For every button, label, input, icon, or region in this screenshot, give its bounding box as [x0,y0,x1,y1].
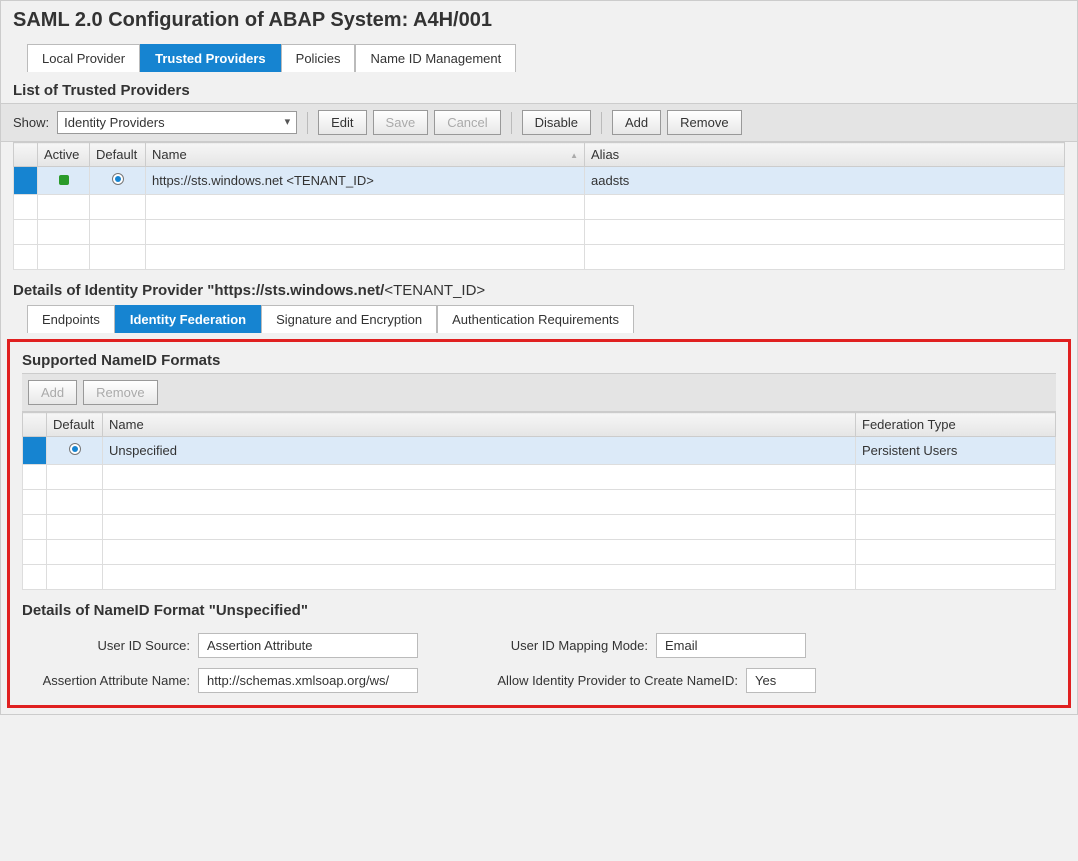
divider [601,112,602,134]
table-row[interactable] [23,540,1056,565]
table-row[interactable] [14,195,1065,220]
table-row[interactable] [23,490,1056,515]
table-row[interactable] [23,515,1056,540]
tab-policies[interactable]: Policies [281,44,356,72]
radio-icon[interactable] [112,173,124,185]
add-button[interactable]: Add [612,110,661,135]
cell-alias: aadsts [585,167,1065,195]
col-active[interactable]: Active [38,143,90,167]
value-assertion-attr[interactable]: http://schemas.xmlsoap.org/ws/ [198,668,418,693]
cell-default[interactable] [90,167,146,195]
table-row[interactable] [23,465,1056,490]
cell-default[interactable] [47,437,103,465]
table-row[interactable] [23,565,1056,590]
disable-button[interactable]: Disable [522,110,591,135]
main-tabs: Local Provider Trusted Providers Policie… [1,44,1077,72]
table-row[interactable] [14,220,1065,245]
label-assertion-attr: Assertion Attribute Name: [30,673,190,688]
col-name[interactable]: Name [103,413,856,437]
col-default[interactable]: Default [47,413,103,437]
active-icon [59,175,69,185]
value-allow-create[interactable]: Yes [746,668,816,693]
cell-name: Unspecified [103,437,856,465]
cell-active [38,167,90,195]
nameid-table[interactable]: Default Name Federation Type Unspecified… [22,412,1056,590]
divider [511,112,512,134]
nameid-form: User ID Source: Assertion Attribute User… [10,625,1068,693]
nameid-detail-title: Details of NameID Format "Unspecified" [10,590,1068,625]
table-row[interactable] [14,245,1065,270]
col-rowselect [23,413,47,437]
tab-signature-encryption[interactable]: Signature and Encryption [261,305,437,333]
tab-identity-federation[interactable]: Identity Federation [115,305,261,333]
tab-trusted-providers[interactable]: Trusted Providers [140,44,281,72]
value-user-id-source[interactable]: Assertion Attribute [198,633,418,658]
details-header: Details of Identity Provider "https://st… [1,270,1077,305]
tab-auth-requirements[interactable]: Authentication Requirements [437,305,634,333]
save-button: Save [373,110,429,135]
trusted-providers-table[interactable]: Active Default Name Alias https://sts.wi… [13,142,1065,270]
cancel-button: Cancel [434,110,500,135]
col-name[interactable]: Name [146,143,585,167]
trusted-providers-title: List of Trusted Providers [1,72,1077,103]
tab-nameid-management[interactable]: Name ID Management [355,44,516,72]
col-rowselect [14,143,38,167]
tab-endpoints[interactable]: Endpoints [27,305,115,333]
detail-tabs: Endpoints Identity Federation Signature … [1,305,1077,333]
label-user-id-mapping: User ID Mapping Mode: [478,638,648,653]
table-row[interactable]: Unspecified Persistent Users [23,437,1056,465]
value-user-id-mapping[interactable]: Email [656,633,806,658]
show-label: Show: [13,115,49,130]
remove-button[interactable]: Remove [667,110,741,135]
nameid-add-button: Add [28,380,77,405]
tab-local-provider[interactable]: Local Provider [27,44,140,72]
label-allow-create: Allow Identity Provider to Create NameID… [478,673,738,688]
col-fedtype[interactable]: Federation Type [856,413,1056,437]
row-marker[interactable] [23,437,47,465]
edit-button[interactable]: Edit [318,110,366,135]
nameid-title: Supported NameID Formats [10,342,1068,373]
label-user-id-source: User ID Source: [30,638,190,653]
row-marker[interactable] [14,167,38,195]
col-alias[interactable]: Alias [585,143,1065,167]
nameid-remove-button: Remove [83,380,157,405]
nameid-panel: Supported NameID Formats Add Remove Defa… [7,339,1071,708]
col-default[interactable]: Default [90,143,146,167]
show-select[interactable]: Identity Providers [57,111,297,134]
trusted-toolbar: Show: Identity Providers Edit Save Cance… [1,103,1077,142]
nameid-toolbar: Add Remove [22,373,1056,412]
table-row[interactable]: https://sts.windows.net <TENANT_ID> aads… [14,167,1065,195]
cell-name: https://sts.windows.net <TENANT_ID> [146,167,585,195]
cell-fedtype: Persistent Users [856,437,1056,465]
page-title: SAML 2.0 Configuration of ABAP System: A… [1,1,1077,44]
divider [307,112,308,134]
radio-icon[interactable] [69,443,81,455]
